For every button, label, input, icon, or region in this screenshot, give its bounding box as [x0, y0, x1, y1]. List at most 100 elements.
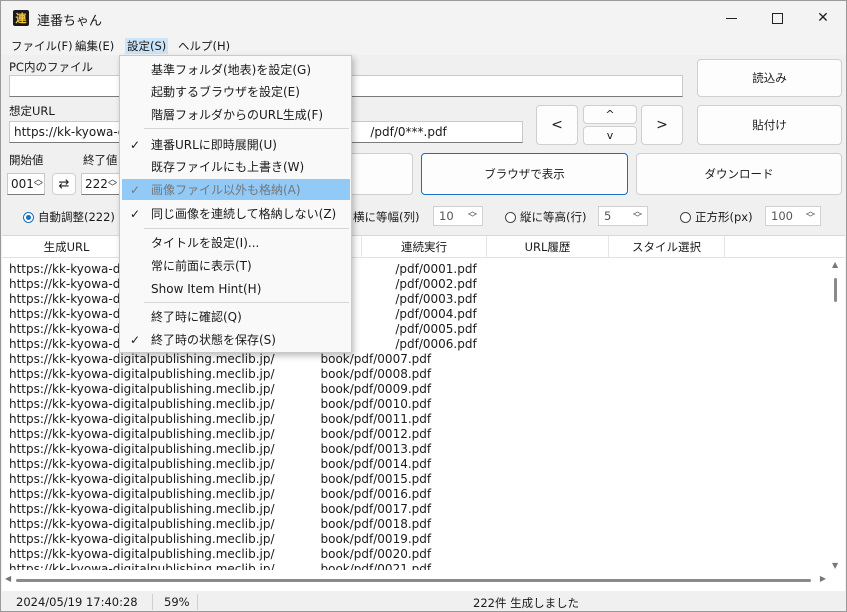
- menu-item-no-duplicate-image[interactable]: ✓ 同じ画像を連続して格納しない(Z): [122, 203, 350, 224]
- menu-settings[interactable]: 設定(S): [125, 38, 169, 54]
- close-button[interactable]: ✕: [800, 1, 846, 35]
- list-item[interactable]: https://kk-kyowa-digitalpublishing.mecli…: [9, 562, 829, 570]
- vertical-scrollbar[interactable]: ▲ ▼: [829, 258, 845, 572]
- menu-separator: [144, 228, 349, 229]
- minimize-icon: [725, 17, 737, 19]
- list-item-url-right: book/pdf/0007.pdf: [320, 352, 432, 366]
- list-item[interactable]: https://kk-kyowa-digitalpublishing.mecli…: [9, 442, 829, 457]
- scroll-up-icon[interactable]: ▲: [832, 260, 838, 269]
- radio-auto[interactable]: 自動調整(222): [23, 209, 115, 225]
- start-value: 001: [11, 177, 34, 191]
- prev-button[interactable]: <: [536, 105, 578, 145]
- url-label: 想定URL: [9, 104, 55, 118]
- menu-item-show-item-hint[interactable]: Show Item Hint(H): [122, 278, 350, 299]
- list-item-url-right: book/pdf/0013.pdf: [320, 442, 432, 456]
- list-item-url-right: book/pdf/0012.pdf: [320, 427, 432, 441]
- download-button[interactable]: ダウンロード: [636, 153, 842, 195]
- show-in-browser-button[interactable]: ブラウザで表示: [421, 153, 628, 195]
- paste-button[interactable]: 貼付け: [697, 105, 842, 145]
- menu-item-browser[interactable]: 起動するブラウザを設定(E): [122, 81, 350, 102]
- list-item[interactable]: https://kk-kyowa-digitalpublishing.mecli…: [9, 367, 829, 382]
- radio-equal-height[interactable]: 縦に等高(行): [505, 209, 586, 225]
- swap-icon: ⇄: [58, 176, 70, 192]
- menu-item-set-title[interactable]: タイトルを設定(I)...: [122, 232, 350, 253]
- menu-item-overwrite[interactable]: 既存ファイルにも上書き(W): [122, 156, 350, 177]
- list-item[interactable]: https://kk-kyowa-digitalpublishing.mecli…: [9, 502, 829, 517]
- minimize-button[interactable]: [708, 1, 754, 35]
- list-item[interactable]: https://kk-kyowa-digitalpublishing.mecli…: [9, 397, 829, 412]
- equal-width-spinner[interactable]: 10 ︿ ﹀: [433, 206, 483, 226]
- list-item[interactable]: https://kk-kyowa-digitalpublishing.mecli…: [9, 457, 829, 472]
- scroll-down-icon[interactable]: ▼: [832, 561, 838, 570]
- menu-help[interactable]: ヘルプ(H): [178, 38, 230, 54]
- list-item[interactable]: https://kk-kyowa-digitalpublishing.mecli…: [9, 487, 829, 502]
- spinner-arrows-icon[interactable]: ︿ ﹀: [108, 176, 117, 193]
- menu-item-instant-expand[interactable]: ✓ 連番URLに即時展開(U): [122, 134, 350, 155]
- list-item[interactable]: https://kk-kyowa-digitalpublishing.mecli…: [9, 547, 829, 562]
- column-header-style-select[interactable]: スタイル選択: [609, 236, 725, 258]
- menu-item-base-folder[interactable]: 基準フォルダ(地表)を設定(G): [122, 59, 350, 80]
- list-item-url-right: book/pdf/0016.pdf: [320, 487, 432, 501]
- maximize-button[interactable]: [754, 1, 800, 35]
- list-item-url-right: /pdf/0003.pdf: [395, 292, 477, 306]
- list-item[interactable]: https://kk-kyowa-digitalpublishing.mecli…: [9, 352, 829, 367]
- status-divider: [152, 594, 153, 610]
- hidden-action-button[interactable]: [343, 153, 413, 195]
- status-divider: [197, 594, 198, 610]
- square-spinner[interactable]: 100 ︿ ﹀: [765, 206, 821, 226]
- app-window: 連 連番ちゃん ✕ ファイル(F) 編集(E) 設定(S) ヘルプ(H) PC内…: [0, 0, 847, 612]
- horizontal-scrollbar[interactable]: ◀ ▶: [2, 572, 829, 588]
- next-button[interactable]: >: [641, 105, 683, 145]
- column-header-url-history[interactable]: URL履歴: [487, 236, 609, 258]
- url-value-left: https://kk-kyowa-d: [14, 125, 126, 139]
- equal-width-value: 10: [439, 209, 454, 223]
- spinner-arrows-icon[interactable]: ︿ ﹀: [468, 208, 477, 224]
- up-button[interactable]: ^: [583, 105, 637, 124]
- check-icon: ✓: [130, 332, 141, 347]
- menu-item-save-state[interactable]: ✓ 終了時の状態を保存(S): [122, 329, 350, 350]
- spinner-arrows-icon[interactable]: ︿ ﹀: [806, 208, 815, 224]
- list-item[interactable]: https://kk-kyowa-digitalpublishing.mecli…: [9, 382, 829, 397]
- list-item-url-left: https://kk-kyowa-digitalpublishing.mecli…: [9, 517, 275, 531]
- menu-item-always-on-top[interactable]: 常に前面に表示(T): [122, 255, 350, 276]
- end-spinner[interactable]: 222 ︿ ﹀: [81, 173, 121, 195]
- menu-item-label: 起動するブラウザを設定(E): [151, 85, 300, 99]
- list-item-url-right: book/pdf/0009.pdf: [320, 382, 432, 396]
- radio-square[interactable]: 正方形(px): [680, 209, 753, 225]
- spinner-arrows-icon[interactable]: ︿ ﹀: [633, 208, 642, 224]
- list-item-url-left: https://kk-kyowa-digitalpublishing.mecli…: [9, 457, 275, 471]
- list-item[interactable]: https://kk-kyowa-digitalpublishing.mecli…: [9, 427, 829, 442]
- list-item-url-right: book/pdf/0008.pdf: [320, 367, 432, 381]
- start-spinner[interactable]: 001 ︿ ﹀: [7, 173, 45, 195]
- column-header-continuous-run[interactable]: 連続実行: [362, 236, 487, 258]
- menu-item-store-non-image[interactable]: ✓ 画像ファイル以外も格納(A): [122, 179, 350, 200]
- list-item-url-left: https://kk-kyowa-digitalpublishing.mecli…: [9, 412, 275, 426]
- menu-item-confirm-exit[interactable]: 終了時に確認(Q): [122, 306, 350, 327]
- list-item-url-left: https://kk-kyowa-d: [9, 277, 121, 291]
- list-item[interactable]: https://kk-kyowa-digitalpublishing.mecli…: [9, 472, 829, 487]
- end-label: 終了値: [83, 153, 118, 167]
- scroll-right-icon[interactable]: ▶: [820, 574, 826, 583]
- equal-height-spinner[interactable]: 5 ︿ ﹀: [598, 206, 648, 226]
- list-item-url-left: https://kk-kyowa-digitalpublishing.mecli…: [9, 397, 275, 411]
- check-icon: ✓: [130, 206, 141, 221]
- end-value: 222: [85, 177, 108, 191]
- close-icon: ✕: [817, 10, 829, 26]
- down-button[interactable]: v: [583, 126, 637, 145]
- list-item[interactable]: https://kk-kyowa-digitalpublishing.mecli…: [9, 517, 829, 532]
- list-item[interactable]: https://kk-kyowa-digitalpublishing.mecli…: [9, 412, 829, 427]
- swap-button[interactable]: ⇄: [52, 173, 76, 195]
- vertical-scroll-thumb[interactable]: [834, 278, 837, 302]
- load-button[interactable]: 読込み: [697, 59, 842, 97]
- menu-item-hierarchy-url[interactable]: 階層フォルダからのURL生成(F): [122, 104, 350, 125]
- scroll-left-icon[interactable]: ◀: [5, 574, 11, 583]
- list-item[interactable]: https://kk-kyowa-digitalpublishing.mecli…: [9, 532, 829, 547]
- horizontal-scroll-thumb[interactable]: [16, 579, 811, 582]
- menu-edit[interactable]: 編集(E): [75, 38, 114, 54]
- menu-file[interactable]: ファイル(F): [11, 38, 73, 54]
- title-bar: 連 連番ちゃん ✕: [1, 1, 846, 35]
- spinner-arrows-icon[interactable]: ︿ ﹀: [34, 176, 43, 193]
- column-header-generated-url[interactable]: 生成URL: [2, 236, 132, 258]
- pc-file-label: PC内のファイル: [9, 60, 93, 74]
- radio-equal-width[interactable]: 横に等幅(列): [353, 209, 419, 225]
